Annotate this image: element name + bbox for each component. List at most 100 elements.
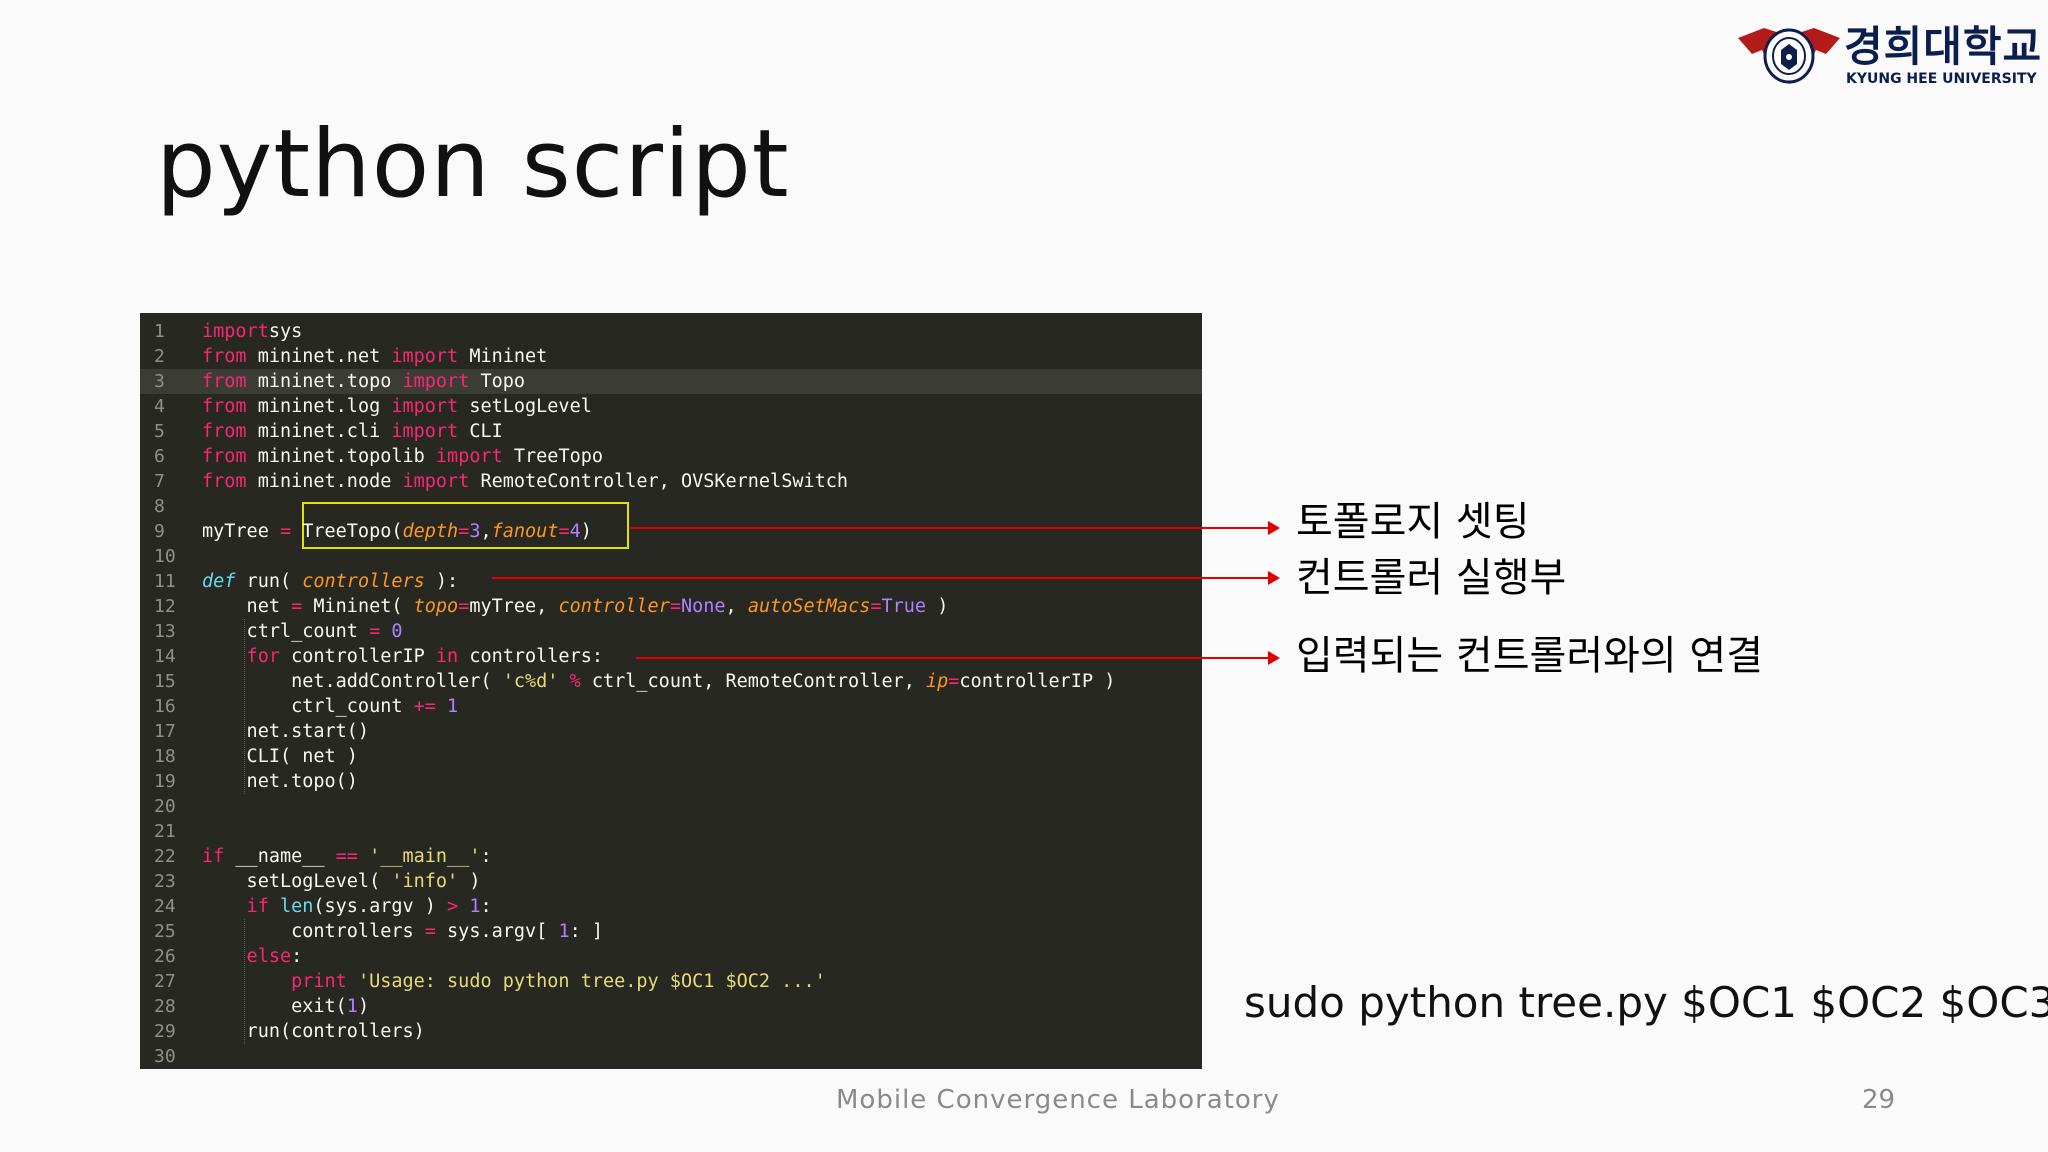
code-line: 22 if __name__ == '__main__':: [140, 844, 1202, 869]
code-text: from mininet.topolib import TreeTopo: [202, 444, 603, 469]
code-text: controllers = sys.argv[ 1: ]: [202, 919, 603, 944]
arrow-controller-connect: [636, 651, 1280, 665]
code-token: CLI: [458, 421, 503, 442]
code-text: CLI( net ): [202, 744, 358, 769]
line-number: 23: [154, 871, 176, 892]
code-token: Mininet: [458, 346, 548, 367]
code-token: if: [202, 896, 269, 917]
code-token: from: [202, 471, 247, 492]
code-text: net.addController( 'c%d' % ctrl_count, R…: [202, 669, 1115, 694]
line-number: 14: [154, 646, 176, 667]
code-token: =: [369, 621, 381, 642]
annotation-controller-run: 컨트롤러 실행부: [1296, 555, 1567, 601]
code-token: Topo: [469, 371, 526, 392]
code-token: def: [202, 571, 236, 592]
line-number: 18: [154, 746, 176, 767]
code-token: 'info': [391, 871, 459, 892]
code-text: if len(sys.argv ) > 1:: [202, 894, 492, 919]
line-number: 30: [154, 1046, 176, 1067]
code-line: 13 ctrl_count = 0: [140, 619, 1202, 644]
code-line: 16 ctrl_count += 1: [140, 694, 1202, 719]
line-number: 7: [154, 471, 165, 492]
code-token: len: [279, 896, 314, 917]
code-token: =: [870, 596, 882, 617]
line-number: 27: [154, 971, 176, 992]
code-text: net.topo(): [202, 769, 358, 794]
code-token: True: [881, 596, 927, 617]
code-token: %: [569, 671, 581, 692]
code-token: run(: [235, 571, 303, 592]
code-token: __name__: [224, 846, 336, 867]
line-number: 4: [154, 396, 165, 417]
arrow-controller-run: [492, 571, 1280, 585]
code-token: setLogLevel: [458, 396, 592, 417]
code-token: net: [202, 596, 292, 617]
code-text: ctrl_count += 1: [202, 694, 458, 719]
annotation-controller-connection: 입력되는 컨트롤러와의 연결: [1296, 633, 1764, 679]
line-number: 11: [154, 571, 176, 592]
code-token: ): [580, 521, 592, 542]
code-token: :: [291, 946, 303, 967]
code-token: import: [402, 371, 470, 392]
code-token: topo: [413, 596, 459, 617]
code-token: mininet.topo: [246, 371, 403, 392]
code-text: ctrl_count = 0: [202, 619, 403, 644]
code-line: 11 def run( controllers ):: [140, 569, 1202, 594]
footer-lab-name: Mobile Convergence Laboratory: [836, 1085, 1280, 1115]
code-token: import: [202, 321, 269, 342]
code-token: from: [202, 421, 247, 442]
code-text: myTree = TreeTopo(depth=3,fanout=4): [202, 519, 592, 544]
code-token: import: [402, 471, 470, 492]
code-token: >: [447, 896, 459, 917]
code-line: 19 net.topo(): [140, 769, 1202, 794]
code-token: 0: [391, 621, 403, 642]
code-token: mininet.node: [246, 471, 403, 492]
code-line: 18 CLI( net ): [140, 744, 1202, 769]
code-line: 5 from mininet.cli import CLI: [140, 419, 1202, 444]
code-text: from mininet.node import RemoteControlle…: [202, 469, 848, 494]
code-line: 20: [140, 794, 1202, 819]
code-token: from: [202, 346, 247, 367]
university-logo: 경희대학교 KYUNG HEE UNIVERSITY: [1734, 20, 2041, 90]
code-token: :: [480, 896, 492, 917]
code-token: mininet.net: [246, 346, 392, 367]
code-text: net.start(): [202, 719, 370, 744]
code-token: autoSetMacs: [747, 596, 871, 617]
code-token: TreeTopo(: [291, 521, 403, 542]
code-token: import: [391, 346, 459, 367]
code-line: 4 from mininet.log import setLogLevel: [140, 394, 1202, 419]
code-token: controllers: [302, 571, 425, 592]
line-number: 1: [154, 321, 165, 342]
code-token: ): [458, 871, 481, 892]
logo-english-name: KYUNG HEE UNIVERSITY: [1846, 71, 2037, 87]
code-token: mininet.cli: [246, 421, 392, 442]
code-token: =: [669, 596, 681, 617]
code-token: from: [202, 371, 247, 392]
code-text: net = Mininet( topo=myTree, controller=N…: [202, 594, 949, 619]
line-number: 5: [154, 421, 165, 442]
code-token: mininet.log: [246, 396, 392, 417]
code-token: (sys.argv ): [313, 896, 448, 917]
code-token: ctrl_count, RemoteController,: [580, 671, 926, 692]
code-text: def run( controllers ):: [202, 569, 458, 594]
line-number: 25: [154, 921, 176, 942]
code-token: ,: [725, 596, 748, 617]
code-token: ,: [480, 521, 492, 542]
line-number: 26: [154, 946, 176, 967]
code-token: controllerIP ): [959, 671, 1116, 692]
arrow-topology: [630, 521, 1280, 535]
line-number: 3: [154, 371, 165, 392]
code-token: =: [291, 596, 303, 617]
code-text: from mininet.cli import CLI: [202, 419, 503, 444]
code-line: 10: [140, 544, 1202, 569]
code-token: for: [202, 646, 280, 667]
code-line: 3 from mininet.topo import Topo: [140, 369, 1202, 394]
code-token: net.topo(): [202, 771, 358, 792]
code-token: =: [458, 521, 470, 542]
code-token: exit(: [202, 996, 347, 1017]
code-text: for controllerIP in controllers:: [202, 644, 603, 669]
code-token: 'Usage: sudo python tree.py $OC1 $OC2 ..…: [357, 971, 826, 992]
